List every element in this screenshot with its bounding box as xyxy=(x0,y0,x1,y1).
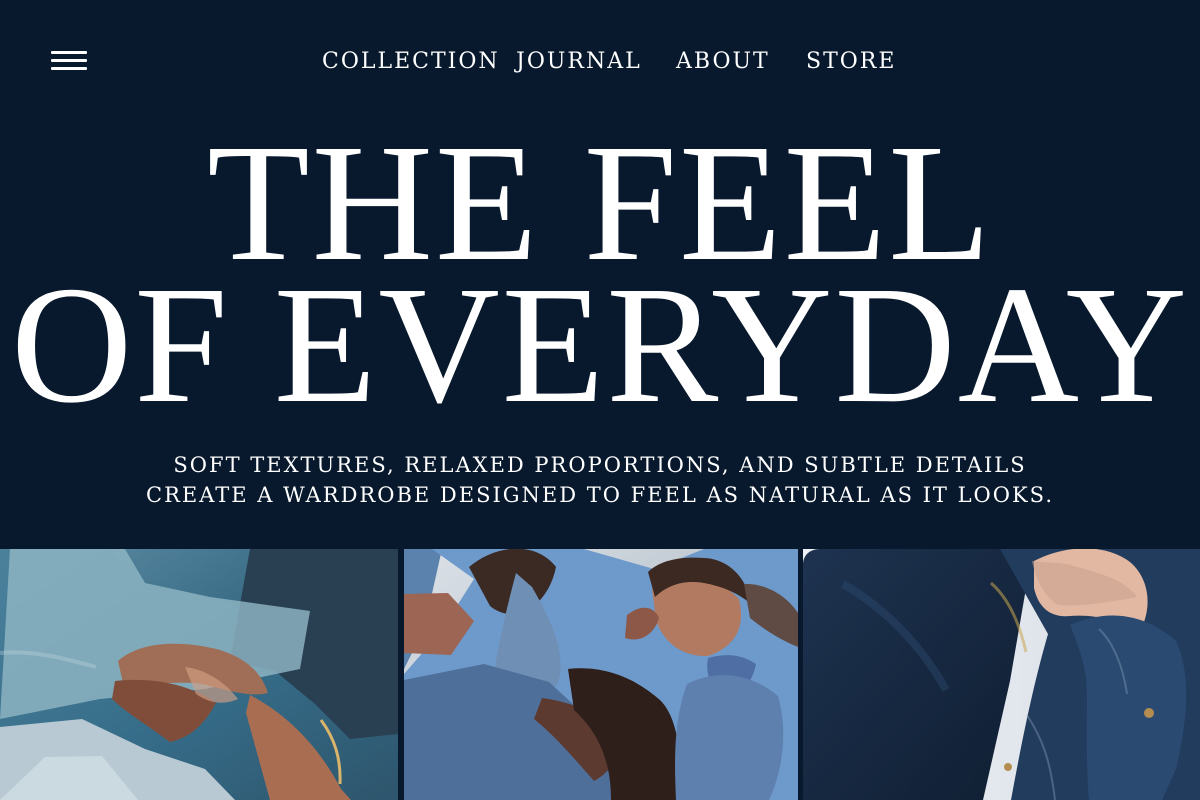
nav-link-collection[interactable]: COLLECTION xyxy=(322,47,498,77)
hero-subtitle-line-1: SOFT TEXTURES, RELAXED PROPORTIONS, AND … xyxy=(173,453,1027,477)
top-navigation: COLLECTION JOURNAL ABOUT STORE xyxy=(0,0,1200,120)
hero-title: THE FEEL OF EVERYDAY xyxy=(0,119,1200,438)
hero-subtitle: SOFT TEXTURES, RELAXED PROPORTIONS, AND … xyxy=(0,450,1200,510)
hero-subtitle-line-2: CREATE A WARDROBE DESIGNED TO FEEL AS NA… xyxy=(146,483,1054,507)
image-gallery xyxy=(0,549,1200,800)
gallery-image-embracing-arms xyxy=(0,549,398,800)
menu-icon-bar xyxy=(51,59,87,62)
nav-link-store[interactable]: STORE xyxy=(806,47,894,77)
hero-title-line-2: OF EVERYDAY xyxy=(11,252,1189,438)
nav-link-journal[interactable]: JOURNAL xyxy=(516,47,640,77)
menu-icon-bar xyxy=(51,51,87,54)
hamburger-menu-icon[interactable] xyxy=(51,50,87,72)
menu-icon-bar xyxy=(51,67,87,70)
gallery-image-seated-couple xyxy=(404,549,798,800)
gallery-image-denim-jacket xyxy=(803,549,1200,800)
nav-link-about[interactable]: ABOUT xyxy=(676,47,768,77)
